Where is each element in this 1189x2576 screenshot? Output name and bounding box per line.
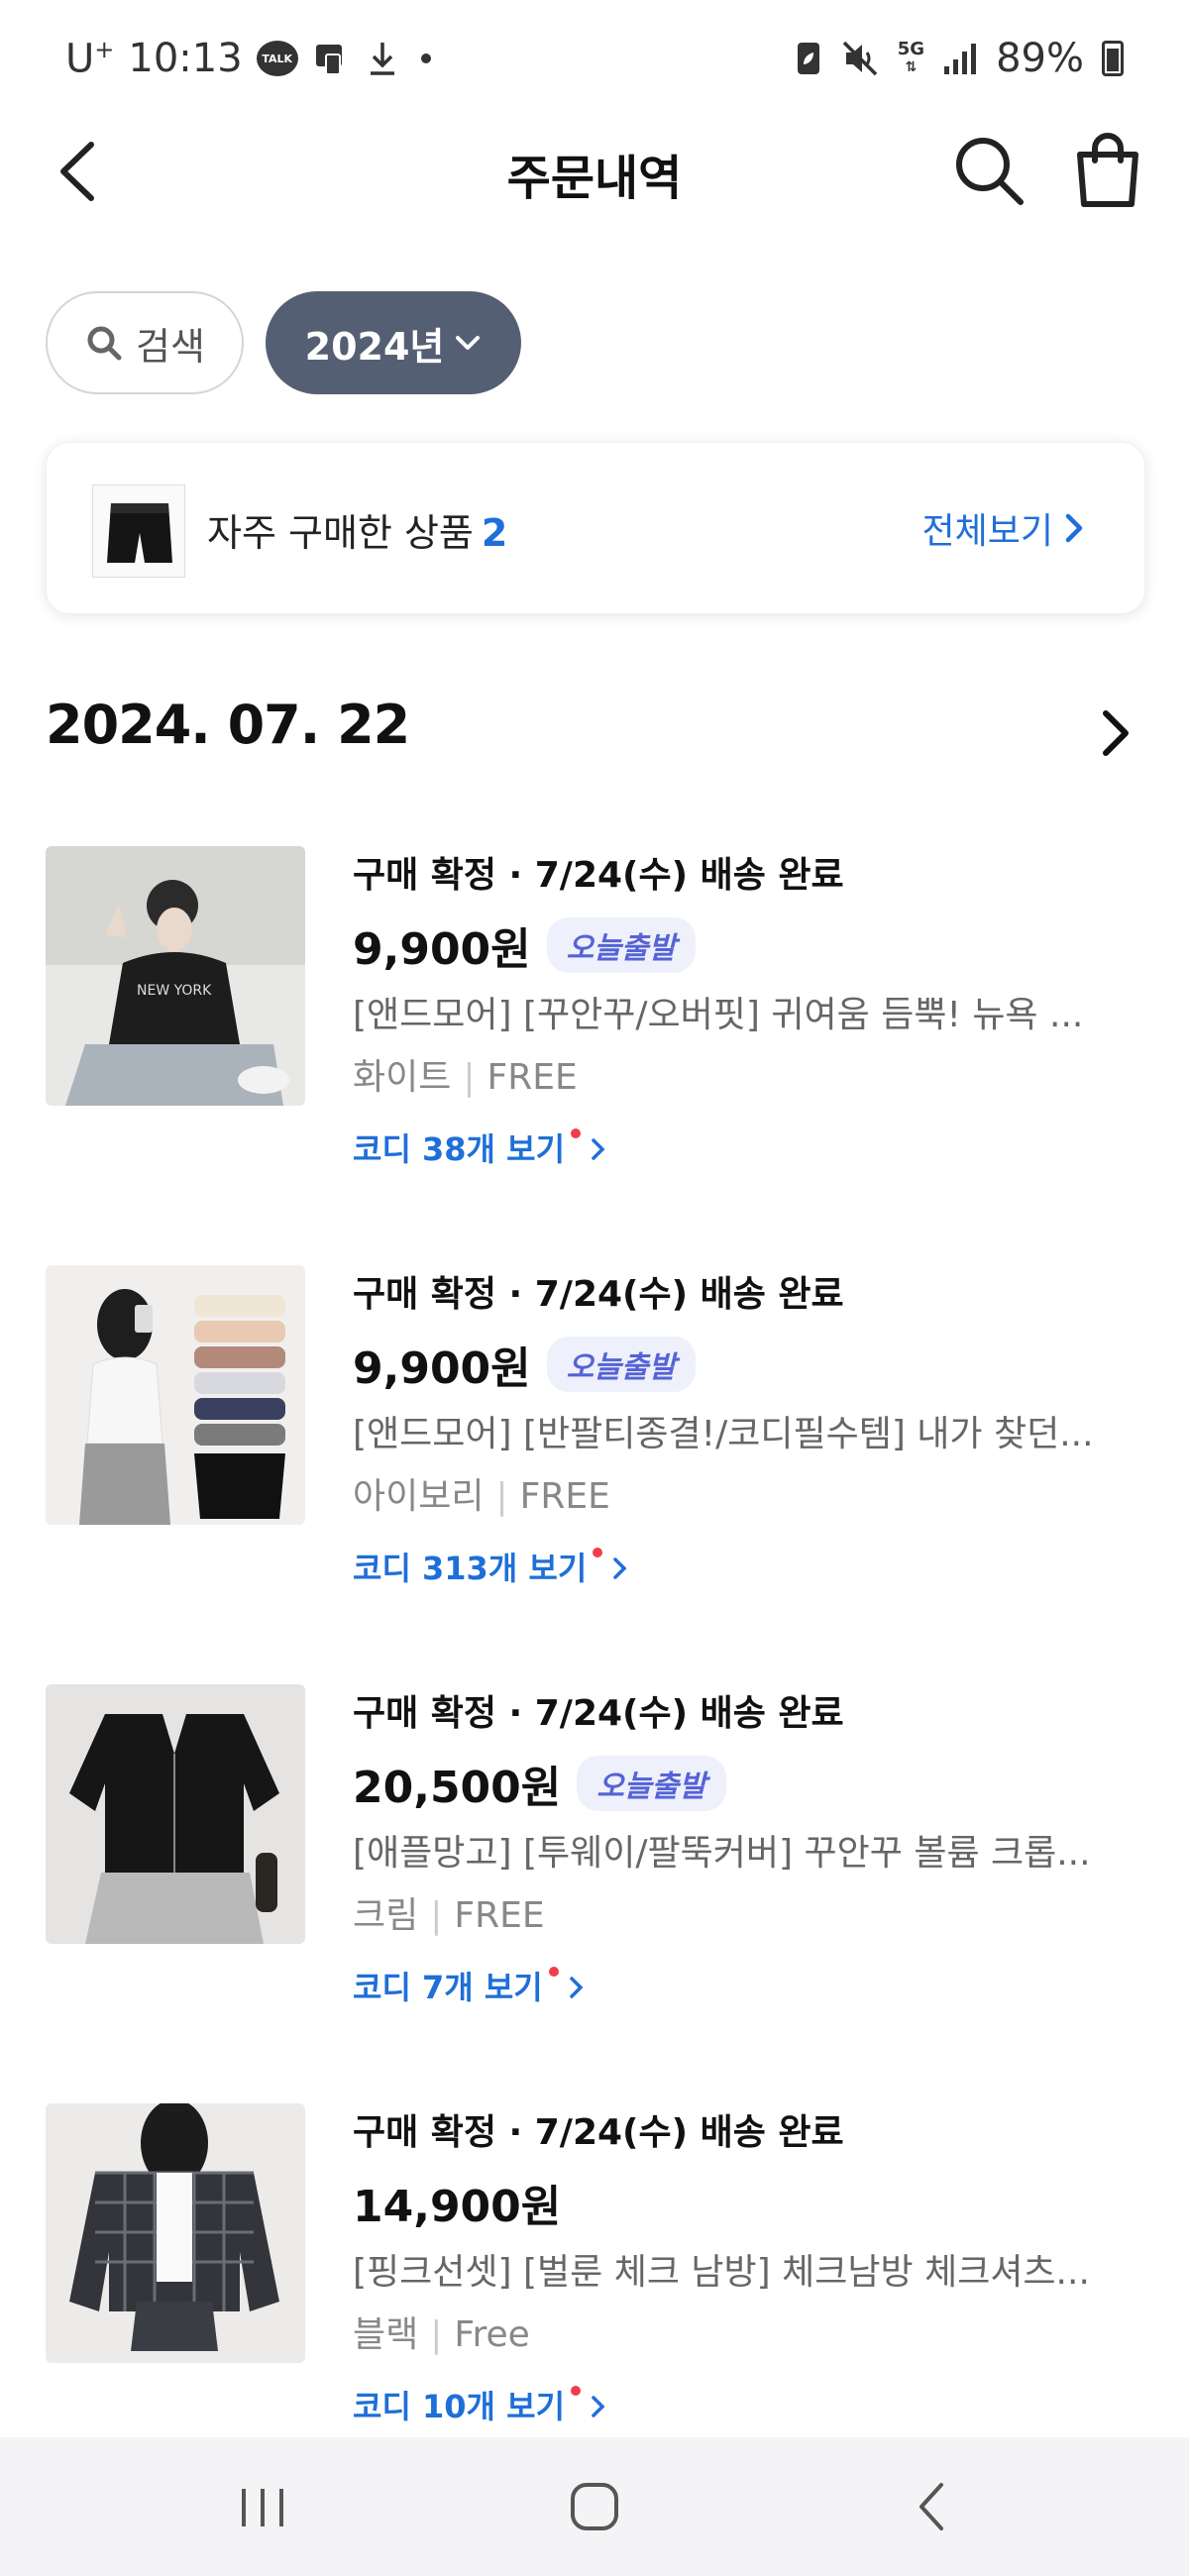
order-price: 14,900원 <box>353 2182 562 2232</box>
status-left: U+ 10:13 TALK <box>65 36 431 81</box>
new-dot-icon <box>548 1967 559 1977</box>
chevron-right-icon <box>1065 513 1083 543</box>
download-icon <box>370 43 394 75</box>
back-arrow-icon <box>919 2483 943 2530</box>
recent-apps-button[interactable] <box>238 2485 287 2530</box>
battery-saver-icon <box>797 43 819 74</box>
product-option: 블랙 | Free <box>353 2314 530 2355</box>
status-time: 10:13 <box>128 36 243 82</box>
view-all-link[interactable]: 전체보기 <box>922 502 1085 554</box>
system-navigation-bar <box>0 2437 1189 2576</box>
home-icon <box>571 2483 618 2530</box>
product-thumbnail[interactable] <box>46 1265 305 1525</box>
order-date-row[interactable]: 2024. 07. 22 <box>46 694 1145 773</box>
product-thumbnail[interactable] <box>46 1684 305 1944</box>
same-day-shipping-badge: 오늘출발 <box>577 1756 726 1811</box>
chevron-right-icon <box>592 1138 605 1160</box>
product-name[interactable]: [앤드모어] [반팔티종결!/코디필수템] 내가 찾던... <box>353 1404 1135 1465</box>
search-icon <box>87 326 122 361</box>
chevron-right-icon <box>592 2396 605 2417</box>
notification-icon <box>315 45 342 76</box>
product-name[interactable]: [핑크선셋] [벌룬 체크 남방] 체크남방 체크셔츠... <box>353 2242 1135 2304</box>
same-day-shipping-badge: 오늘출발 <box>546 1337 697 1392</box>
year-filter-chip[interactable]: 2024년 <box>266 291 521 394</box>
order-item[interactable]: 구매 확정 · 7/24(수) 배송 완료 14,900원 [핑크선셋] [벌룬… <box>46 2103 1145 2430</box>
product-name[interactable]: [앤드모어] [꾸안꾸/오버핏] 귀여움 듬뿍! 뉴욕 ... <box>353 985 1135 1046</box>
search-chip-label: 검색 <box>136 324 205 369</box>
search-button[interactable] <box>951 133 1027 208</box>
price-row: 14,900원 <box>353 2163 1145 2242</box>
price-row: 9,900원 오늘출발 <box>353 906 1145 985</box>
kakaotalk-icon: TALK <box>256 41 298 77</box>
view-coordination-link[interactable]: 코디 7개 보기 <box>353 1948 1145 2027</box>
product-name[interactable]: [애플망고] [투웨이/팔뚝커버] 꾸안꾸 볼륨 크롭... <box>353 1823 1135 1884</box>
app-header: 주문내역 <box>0 119 1189 228</box>
order-item[interactable]: 구매 확정 · 7/24(수) 배송 완료 20,500원 오늘출발 [애플망고… <box>46 1684 1145 2011</box>
carrier-label: U+ <box>65 36 115 82</box>
order-date: 2024. 07. 22 <box>46 694 410 756</box>
order-info: 구매 확정 · 7/24(수) 배송 완료 20,500원 오늘출발 [애플망고… <box>353 1684 1145 2027</box>
frequent-purchases-card[interactable]: 자주 구매한 상품 2 전체보기 <box>46 442 1145 614</box>
order-status: 구매 확정 · 7/24(수) 배송 완료 <box>353 1274 844 1315</box>
chevron-right-icon <box>613 1557 627 1579</box>
status-right: 5G ⇅ 89% <box>795 36 1124 81</box>
order-info: 구매 확정 · 7/24(수) 배송 완료 9,900원 오늘출발 [앤드모어]… <box>353 1265 1145 1608</box>
network-type: 5G ⇅ <box>897 39 925 76</box>
view-coordination-link[interactable]: 코디 313개 보기 <box>353 1529 1145 1608</box>
product-option: 아이보리 | FREE <box>353 1476 610 1517</box>
product-thumbnail[interactable]: NEW YORK <box>46 846 305 1106</box>
more-notifications-dot-icon <box>420 54 431 64</box>
order-info: 구매 확정 · 7/24(수) 배송 완료 9,900원 오늘출발 [앤드모어]… <box>353 846 1145 1189</box>
order-price: 9,900원 <box>353 1343 531 1394</box>
chevron-right-icon <box>570 1977 584 1998</box>
new-dot-icon <box>593 1548 603 1557</box>
svg-text:NEW YORK: NEW YORK <box>137 983 212 999</box>
year-chip-label: 2024년 <box>304 324 445 369</box>
product-option: 화이트 | FREE <box>353 1057 578 1098</box>
order-detail-chevron[interactable] <box>1096 703 1135 763</box>
mute-icon <box>842 41 878 76</box>
new-dot-icon <box>571 2386 582 2396</box>
signal-icon <box>944 44 977 74</box>
search-filter-chip[interactable]: 검색 <box>46 291 244 394</box>
product-thumbnail[interactable] <box>46 2103 305 2363</box>
search-icon <box>956 138 1024 205</box>
recent-apps-icon <box>242 2489 283 2526</box>
chevron-right-icon <box>1103 710 1129 756</box>
battery-percent: 89% <box>996 36 1084 81</box>
status-bar: U+ 10:13 TALK 5G ⇅ 89% <box>0 0 1189 129</box>
shopping-bag-icon <box>1077 133 1138 207</box>
order-status: 구매 확정 · 7/24(수) 배송 완료 <box>353 2112 844 2153</box>
system-back-button[interactable] <box>912 2479 951 2534</box>
shopping-bag-button[interactable] <box>1070 131 1145 210</box>
battery-icon <box>1102 41 1124 76</box>
new-dot-icon <box>571 1128 582 1138</box>
frequent-purchases-label: 자주 구매한 상품 2 <box>207 511 508 555</box>
price-row: 9,900원 오늘출발 <box>353 1325 1145 1404</box>
order-price: 9,900원 <box>353 924 531 975</box>
order-item[interactable]: 구매 확정 · 7/24(수) 배송 완료 9,900원 오늘출발 [앤드모어]… <box>46 1265 1145 1592</box>
view-coordination-link[interactable]: 코디 10개 보기 <box>353 2367 1145 2446</box>
price-row: 20,500원 오늘출발 <box>353 1744 1145 1823</box>
frequent-count: 2 <box>481 511 508 555</box>
order-status: 구매 확정 · 7/24(수) 배송 완료 <box>353 1693 844 1734</box>
view-coordination-link[interactable]: 코디 38개 보기 <box>353 1110 1145 1189</box>
chevron-down-icon <box>456 336 481 350</box>
order-price: 20,500원 <box>353 1763 562 1813</box>
order-item[interactable]: NEW YORK 구매 확정 · 7/24(수) 배송 완료 9,900원 오늘… <box>46 846 1145 1173</box>
same-day-shipping-badge: 오늘출발 <box>546 917 697 973</box>
order-status: 구매 확정 · 7/24(수) 배송 완료 <box>353 855 844 896</box>
product-option: 크림 | FREE <box>353 1895 545 1936</box>
frequent-product-thumbnail <box>92 484 185 578</box>
home-button[interactable] <box>569 2481 620 2532</box>
order-info: 구매 확정 · 7/24(수) 배송 완료 14,900원 [핑크선셋] [벌룬… <box>353 2103 1145 2446</box>
